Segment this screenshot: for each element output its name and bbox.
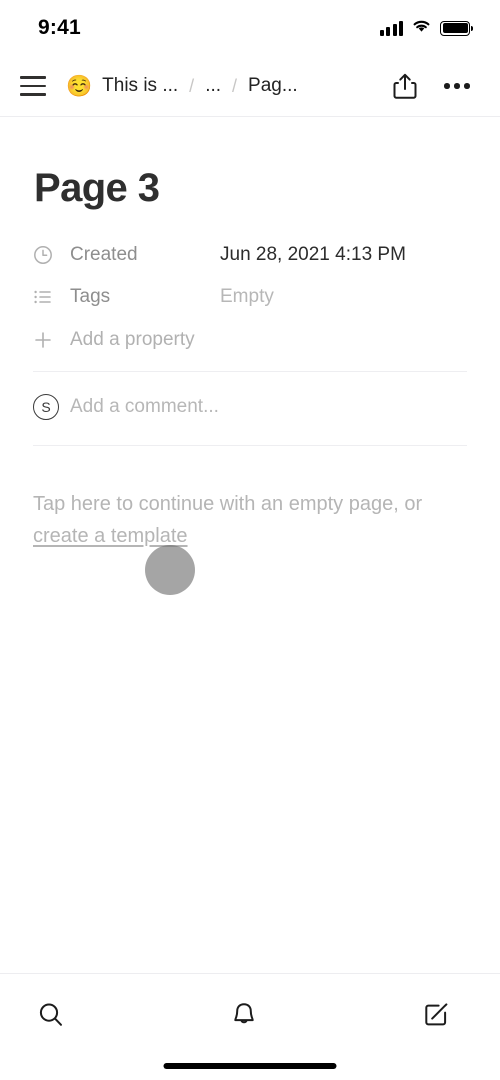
battery-full-icon	[440, 20, 474, 36]
list-icon	[33, 287, 59, 307]
compose-icon[interactable]	[410, 991, 462, 1039]
bottom-tab-bar	[0, 973, 500, 1080]
create-template-link[interactable]: create a template	[33, 525, 188, 547]
empty-page-hint[interactable]: Tap here to continue with an empty page,…	[33, 488, 465, 552]
more-options-icon[interactable]	[440, 69, 474, 103]
property-row-created[interactable]: Created Jun 28, 2021 4:13 PM	[33, 234, 467, 276]
divider-properties	[33, 371, 467, 372]
add-comment-placeholder: Add a comment...	[70, 396, 219, 417]
home-indicator	[163, 1063, 337, 1069]
property-value-created[interactable]: Jun 28, 2021 4:13 PM	[220, 244, 406, 266]
page-title[interactable]: Page 3	[34, 166, 467, 211]
page-content: Page 3 Created Jun 28, 2021 4:13 PM Tags…	[0, 166, 500, 552]
divider-comments	[33, 445, 467, 446]
hamburger-menu-icon[interactable]	[16, 71, 50, 101]
clock-icon	[33, 245, 59, 265]
property-row-tags[interactable]: Tags Empty	[33, 276, 467, 318]
breadcrumb: ☺️ This is ... / ... / Pag...	[66, 75, 380, 97]
plus-icon	[33, 330, 59, 350]
breadcrumb-separator: /	[232, 75, 238, 96]
avatar: S	[33, 394, 59, 420]
breadcrumb-item-current-page[interactable]: Pag...	[248, 75, 298, 97]
cellular-signal-icon	[379, 20, 403, 36]
status-bar-time: 9:41	[38, 16, 81, 39]
header-actions	[388, 69, 474, 103]
add-property-label: Add a property	[70, 329, 195, 350]
property-label-created: Created	[70, 244, 138, 265]
page-properties: Created Jun 28, 2021 4:13 PM Tags Empty	[33, 234, 467, 362]
app-header: ☺️ This is ... / ... / Pag...	[0, 56, 500, 117]
page-emoji-icon: ☺️	[66, 74, 93, 98]
add-property-button[interactable]: Add a property	[33, 318, 467, 362]
breadcrumb-separator: /	[189, 75, 195, 96]
share-icon[interactable]	[388, 69, 422, 103]
bell-icon[interactable]	[218, 991, 270, 1039]
search-icon[interactable]	[25, 991, 77, 1039]
breadcrumb-item-ellipsis[interactable]: ...	[205, 75, 221, 97]
breadcrumb-item-workspace[interactable]: This is ...	[102, 75, 178, 97]
property-label-tags: Tags	[70, 286, 111, 307]
add-comment-row[interactable]: S Add a comment...	[33, 378, 467, 436]
property-value-tags[interactable]: Empty	[220, 286, 274, 308]
status-bar: 9:41	[0, 0, 500, 56]
empty-page-hint-text: Tap here to continue with an empty page,…	[33, 493, 423, 515]
wifi-icon	[411, 18, 432, 39]
status-bar-icons	[379, 18, 474, 39]
tab-bar-items	[0, 974, 500, 1039]
touch-indicator	[145, 545, 195, 595]
